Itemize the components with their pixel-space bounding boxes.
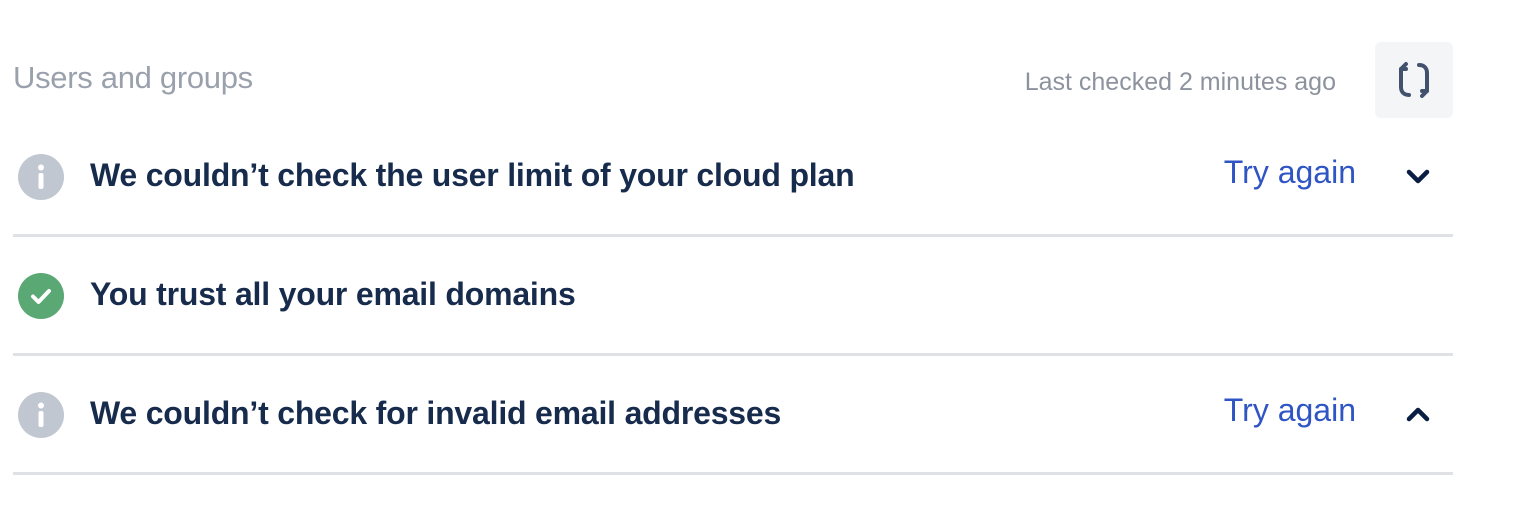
check-circle-icon [18,273,64,319]
info-icon [18,154,64,200]
check-row-user-limit[interactable]: We couldn’t check the user limit of your… [13,119,1453,237]
info-icon [18,392,64,438]
section-header: Users and groups Last checked 2 minutes … [13,42,1453,118]
last-checked-status: Last checked 2 minutes ago [1024,68,1336,96]
refresh-icon [1399,62,1429,98]
refresh-button[interactable] [1375,42,1453,118]
users-and-groups-panel: Users and groups Last checked 2 minutes … [13,0,1453,524]
check-row-invalid-emails[interactable]: We couldn’t check for invalid email addr… [13,357,1453,475]
try-again-link[interactable]: Try again [1224,392,1356,429]
chevron-up-icon[interactable] [1403,399,1433,429]
check-title: You trust all your email domains [90,276,576,312]
chevron-down-icon[interactable] [1403,161,1433,191]
section-title: Users and groups [13,60,253,95]
check-row-email-domains: You trust all your email domains [13,238,1453,356]
check-title: We couldn’t check the user limit of your… [90,157,855,193]
try-again-link[interactable]: Try again [1224,154,1356,191]
check-title: We couldn’t check for invalid email addr… [90,395,782,431]
